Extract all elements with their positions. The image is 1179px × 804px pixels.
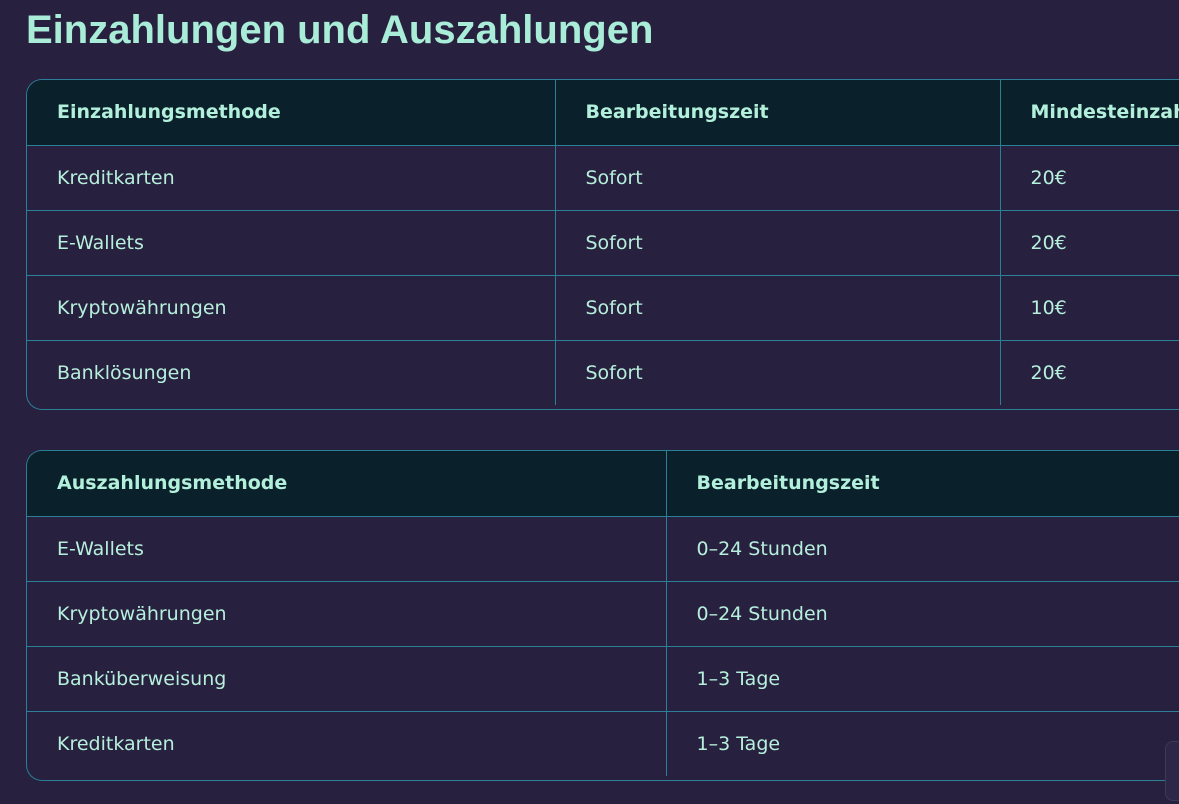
withdrawal-methods-table-container: Auszahlungsmethode Bearbeitungszeit E-Wa…	[26, 450, 1179, 781]
scroll-to-top-button[interactable]	[1165, 741, 1179, 801]
table-header-row: Einzahlungsmethode Bearbeitungszeit Mind…	[27, 80, 1179, 145]
minimum-deposit-cell: 20€	[1000, 144, 1179, 210]
processing-time-cell: Sofort	[555, 209, 1001, 275]
withdrawal-method-cell: Kryptowährungen	[27, 580, 667, 646]
withdrawal-method-cell: E-Wallets	[27, 515, 667, 581]
minimum-deposit-cell: 10€	[1000, 274, 1179, 340]
table-row: Kreditkarten Sofort 20€	[27, 144, 1179, 210]
minimum-deposit-cell: 20€	[1000, 209, 1179, 275]
column-header-minimum-deposit: Mindesteinzahl	[1000, 80, 1179, 145]
minimum-deposit-cell: 20€	[1000, 339, 1179, 405]
page-title: Einzahlungen und Auszahlungen	[26, 8, 654, 52]
processing-time-cell: 1–3 Tage	[666, 645, 1179, 711]
processing-time-cell: 1–3 Tage	[666, 710, 1179, 776]
processing-time-cell: Sofort	[555, 274, 1001, 340]
deposit-method-cell: Kryptowährungen	[27, 274, 556, 340]
table-row: Kreditkarten 1–3 Tage	[27, 710, 1179, 776]
column-header-processing-time: Bearbeitungszeit	[666, 451, 1179, 516]
deposit-method-cell: Banklösungen	[27, 339, 556, 405]
withdrawal-methods-table: Auszahlungsmethode Bearbeitungszeit E-Wa…	[27, 451, 1179, 776]
table-row: Banklösungen Sofort 20€	[27, 339, 1179, 405]
withdrawal-method-cell: Banküberweisung	[27, 645, 667, 711]
column-header-deposit-method: Einzahlungsmethode	[27, 80, 556, 145]
processing-time-cell: Sofort	[555, 144, 1001, 210]
table-row: Kryptowährungen 0–24 Stunden	[27, 580, 1179, 646]
table-row: Kryptowährungen Sofort 10€	[27, 274, 1179, 340]
table-row: E-Wallets Sofort 20€	[27, 209, 1179, 275]
deposit-method-cell: E-Wallets	[27, 209, 556, 275]
deposit-methods-table: Einzahlungsmethode Bearbeitungszeit Mind…	[27, 80, 1179, 405]
deposit-method-cell: Kreditkarten	[27, 144, 556, 210]
deposit-methods-table-container: Einzahlungsmethode Bearbeitungszeit Mind…	[26, 79, 1179, 410]
table-header-row: Auszahlungsmethode Bearbeitungszeit	[27, 451, 1179, 516]
table-row: Banküberweisung 1–3 Tage	[27, 645, 1179, 711]
table-row: E-Wallets 0–24 Stunden	[27, 515, 1179, 581]
column-header-processing-time: Bearbeitungszeit	[555, 80, 1001, 145]
processing-time-cell: 0–24 Stunden	[666, 515, 1179, 581]
withdrawal-method-cell: Kreditkarten	[27, 710, 667, 776]
column-header-withdrawal-method: Auszahlungsmethode	[27, 451, 667, 516]
processing-time-cell: Sofort	[555, 339, 1001, 405]
processing-time-cell: 0–24 Stunden	[666, 580, 1179, 646]
